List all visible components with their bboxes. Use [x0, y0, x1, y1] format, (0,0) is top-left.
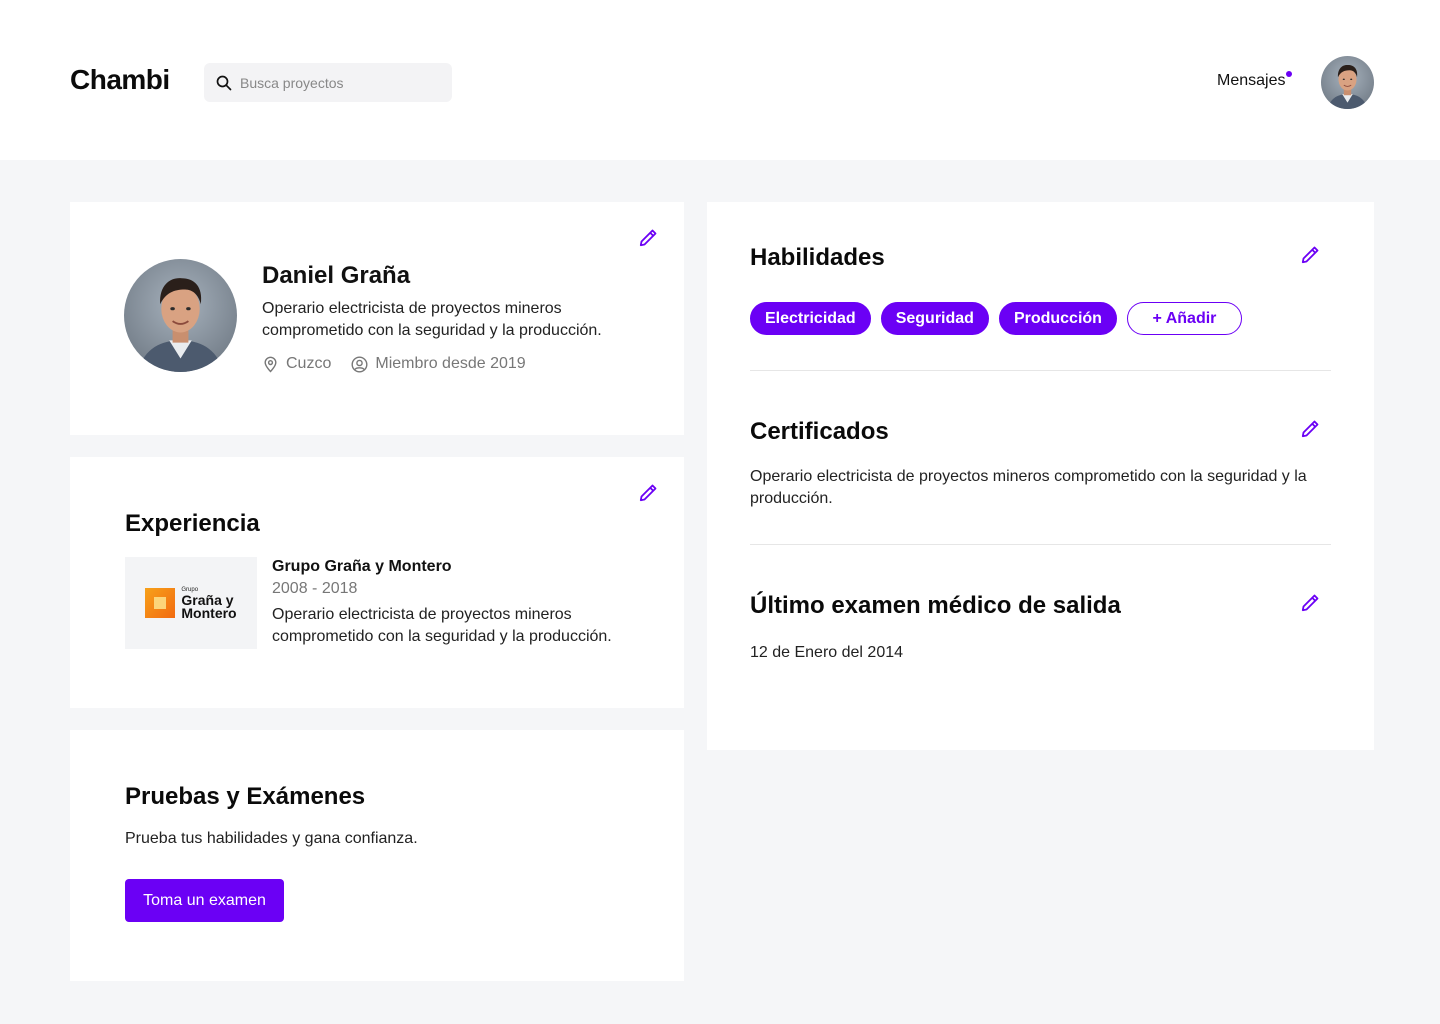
- tests-title: Pruebas y Exámenes: [125, 783, 366, 810]
- tests-card: Pruebas y Exámenes Prueba tus habilidade…: [70, 730, 684, 981]
- profile-meta: Cuzco Miembro desde 2019: [262, 355, 546, 373]
- profile-card: Daniel Graña Operario electricista de pr…: [70, 202, 684, 435]
- company-name: Grupo Graña y Montero: [272, 558, 452, 575]
- top-header: Chambi Mensajes: [0, 0, 1440, 160]
- add-skill-button[interactable]: + Añadir: [1126, 302, 1242, 335]
- experience-card: Experiencia Grupo Graña y Montero Grupo …: [70, 457, 684, 708]
- location-text: Cuzco: [286, 355, 332, 372]
- section-divider: [750, 544, 1331, 545]
- unread-indicator: [1286, 71, 1292, 77]
- user-circle-icon: [351, 355, 368, 373]
- profile-name: Daniel Graña: [262, 262, 411, 289]
- section-divider: [750, 370, 1331, 371]
- experience-title: Experiencia: [125, 510, 260, 537]
- app-logo[interactable]: Chambi: [70, 64, 170, 96]
- skill-chip[interactable]: Electricidad: [750, 302, 871, 335]
- profile-member-since: Miembro desde 2019: [351, 355, 526, 373]
- certificates-text: Operario electricista de proyectos miner…: [750, 468, 1307, 507]
- tests-subtitle: Prueba tus habilidades y gana confianza.: [125, 830, 418, 847]
- edit-experience-pencil-icon[interactable]: [637, 482, 659, 504]
- certificates-title: Certificados: [750, 418, 889, 445]
- skills-title: Habilidades: [750, 244, 885, 271]
- medical-exam-date: 12 de Enero del 2014: [750, 644, 904, 661]
- experience-years: 2008 - 2018: [272, 580, 358, 597]
- location-pin-icon: [264, 356, 277, 373]
- profile-bio: Operario electricista de proyectos miner…: [262, 300, 602, 339]
- edit-skills-pencil-icon[interactable]: [1299, 244, 1321, 266]
- edit-medical-exam-pencil-icon[interactable]: [1299, 592, 1321, 614]
- edit-profile-pencil-icon[interactable]: [637, 227, 659, 249]
- experience-description: Operario electricista de proyectos miner…: [272, 606, 612, 645]
- profile-location: Cuzco: [262, 355, 331, 373]
- company-logo-mark: [145, 588, 176, 618]
- company-logo-line2: Montero: [181, 604, 237, 621]
- search-icon: [216, 75, 232, 90]
- search-box[interactable]: [204, 63, 452, 102]
- search-input[interactable]: [240, 74, 440, 91]
- user-avatar[interactable]: [1321, 56, 1374, 109]
- take-exam-button[interactable]: Toma un examen: [125, 879, 284, 922]
- messages-link[interactable]: Mensajes: [1217, 72, 1285, 90]
- skills-list: Electricidad Seguridad Producción + Añad…: [750, 302, 1252, 335]
- profile-avatar: [124, 259, 237, 372]
- edit-certificates-pencil-icon[interactable]: [1299, 418, 1321, 440]
- skill-chip[interactable]: Seguridad: [880, 302, 989, 335]
- skill-chip[interactable]: Producción: [998, 302, 1117, 335]
- medical-exam-title: Último examen médico de salida: [750, 592, 1121, 619]
- company-logo: Grupo Graña y Montero: [125, 557, 257, 649]
- member-since-text: Miembro desde 2019: [375, 355, 526, 372]
- skills-certificates-card: Habilidades Electricidad Seguridad Produ…: [707, 202, 1374, 750]
